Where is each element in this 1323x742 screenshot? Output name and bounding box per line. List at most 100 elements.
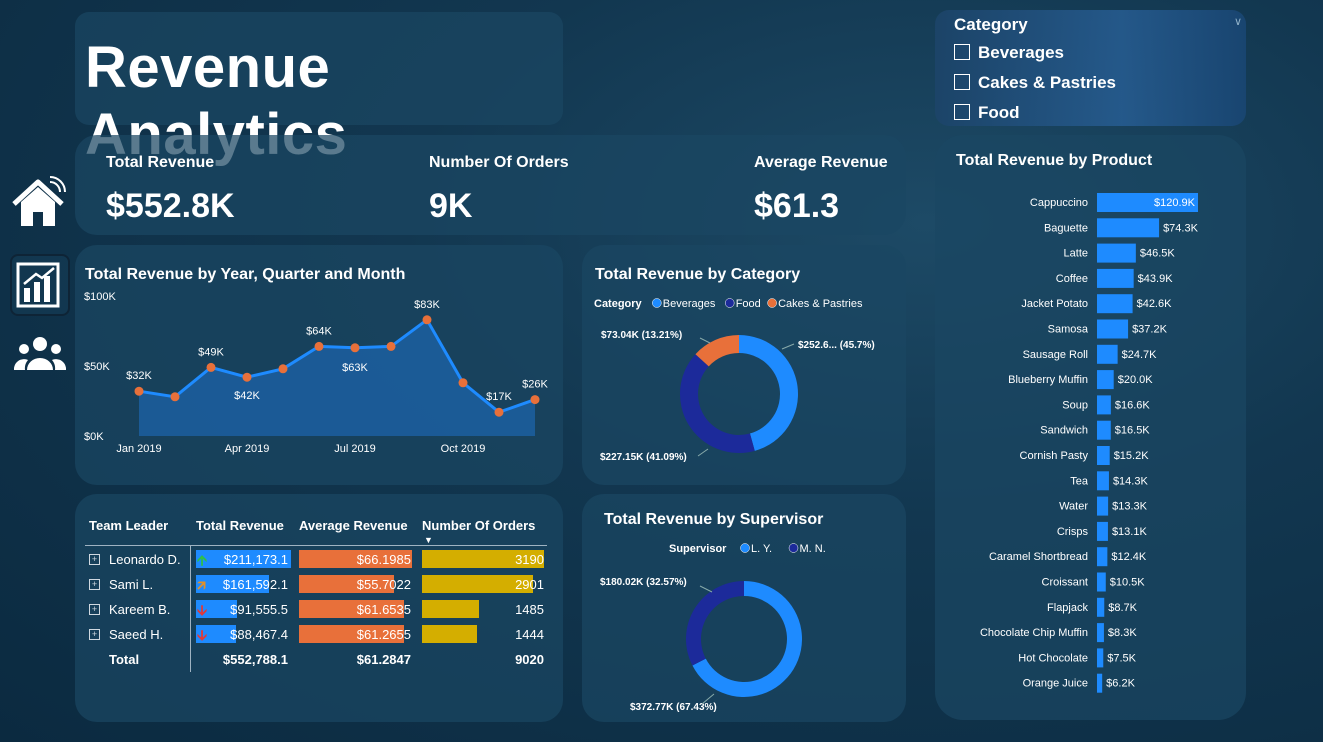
product-bar[interactable] <box>1097 471 1109 491</box>
category-label: Samosa <box>1048 324 1089 336</box>
x-tick-label: Jul 2019 <box>334 443 376 455</box>
product-bar[interactable] <box>1097 294 1133 314</box>
product-bar[interactable] <box>1097 521 1108 541</box>
data-point[interactable] <box>386 341 396 351</box>
data-point[interactable] <box>314 341 324 351</box>
table-row[interactable]: + Kareem B. 🡫 $91,555.5 $61.6535 1485 <box>75 598 563 622</box>
product-bar[interactable] <box>1097 370 1114 390</box>
data-point[interactable] <box>422 315 432 325</box>
data-label: $46.5K <box>1140 248 1176 260</box>
column-header[interactable]: Total Revenue <box>196 518 284 533</box>
data-point[interactable] <box>494 407 504 417</box>
checkbox[interactable] <box>954 104 970 120</box>
supervisor-donut-chart[interactable]: Supervisor L. Y. M. N. $372.77K (67.43%) $18… <box>582 494 906 722</box>
product-bar[interactable] <box>1097 319 1129 339</box>
slice-label: $372.77K (67.43%) <box>630 702 717 713</box>
product-bar[interactable] <box>1097 572 1106 592</box>
column-header[interactable]: Number Of Orders <box>422 518 535 533</box>
slicer-option-food[interactable]: Food <box>954 103 1020 123</box>
product-bar[interactable] <box>1097 597 1105 617</box>
header-divider <box>85 545 547 546</box>
data-label: $13.3K <box>1112 501 1148 513</box>
bar-chart-icon[interactable] <box>10 254 70 316</box>
table-total-row: Total $552,788.1 $61.2847 9020 <box>75 648 563 672</box>
orders-cell: 1485 <box>515 602 544 617</box>
data-point[interactable] <box>350 343 360 353</box>
product-bar[interactable] <box>1097 547 1108 567</box>
category-label: Orange Juice <box>1023 678 1088 690</box>
expand-icon[interactable]: + <box>89 629 100 640</box>
data-point[interactable] <box>170 392 180 402</box>
slicer-option-beverages[interactable]: Beverages <box>954 43 1064 63</box>
category-label: Hot Chocolate <box>1018 652 1088 664</box>
data-label: $63K <box>342 362 368 374</box>
data-point[interactable] <box>242 372 252 382</box>
chevron-down-icon[interactable]: ∨ <box>1234 15 1242 28</box>
y-tick-label: $100K <box>84 291 116 303</box>
data-label: $16.5K <box>1115 425 1151 437</box>
table-row[interactable]: + Sami L. 🡭 $161,592.1 $55.7022 2901 <box>75 573 563 597</box>
line-chart[interactable]: $0K $50K $100K $32K $49K $42K $64K $63K $83K $17K… <box>75 245 563 485</box>
product-bar[interactable] <box>1097 420 1111 440</box>
product-bar[interactable] <box>1097 344 1118 364</box>
legend-entry[interactable]: M. N. <box>800 543 826 555</box>
total-revenue-cell: $211,173.1 <box>223 552 288 567</box>
legend-entry[interactable]: Food <box>736 298 761 310</box>
legend-entry[interactable]: Beverages <box>663 298 716 310</box>
category-label: Chocolate Chip Muffin <box>980 627 1088 639</box>
category-label: Croissant <box>1042 577 1088 589</box>
data-point[interactable] <box>134 386 144 396</box>
donut-slice[interactable] <box>686 581 744 666</box>
category-label: Tea <box>1070 475 1089 487</box>
table-row[interactable]: + Saeed H. 🡫 $88,467.4 $61.2655 1444 <box>75 623 563 647</box>
product-bar[interactable] <box>1097 648 1104 668</box>
product-bar[interactable] <box>1097 623 1104 643</box>
data-label: $49K <box>198 346 224 358</box>
supervisor-donut-panel: Total Revenue by Supervisor Supervisor L.… <box>582 494 906 722</box>
table-row[interactable]: + Leonardo D. 🡩 $211,173.1 $66.1985 3190 <box>75 548 563 572</box>
total-orders-cell: 9020 <box>515 652 544 667</box>
y-tick-label: $0K <box>84 431 104 443</box>
people-icon[interactable] <box>14 334 66 376</box>
product-bar[interactable] <box>1097 446 1110 465</box>
expand-icon[interactable]: + <box>89 554 100 565</box>
sort-desc-icon[interactable]: ▼ <box>424 535 433 545</box>
expand-icon[interactable]: + <box>89 579 100 590</box>
column-header[interactable]: Average Revenue <box>299 518 408 533</box>
category-label: Water <box>1059 501 1088 513</box>
product-bar[interactable] <box>1097 673 1103 693</box>
checkbox[interactable] <box>954 44 970 60</box>
data-label: $32K <box>126 370 152 382</box>
category-donut-chart[interactable]: Category Beverages Food Cakes & Pastries $25… <box>582 245 906 485</box>
product-bar[interactable] <box>1097 218 1160 238</box>
product-bar[interactable] <box>1097 243 1136 263</box>
category-slicer[interactable]: Category ∨ Beverages Cakes & Pastries Fo… <box>935 10 1246 126</box>
slicer-option-cakes-pastries[interactable]: Cakes & Pastries <box>954 73 1116 93</box>
column-header[interactable]: Team Leader <box>89 518 168 533</box>
product-bar[interactable] <box>1097 268 1134 288</box>
donut-slice[interactable] <box>680 354 755 453</box>
home-icon[interactable] <box>10 176 66 230</box>
data-point[interactable] <box>530 395 540 405</box>
x-tick-label: Oct 2019 <box>441 443 486 455</box>
data-point[interactable] <box>278 364 288 374</box>
data-point[interactable] <box>206 362 216 372</box>
data-label: $37.2K <box>1132 324 1168 336</box>
donut-slice[interactable] <box>739 335 798 451</box>
category-label: Cornish Pasty <box>1020 450 1089 462</box>
data-label: $24.7K <box>1122 349 1158 361</box>
legend-title: Category <box>594 298 643 310</box>
checkbox[interactable] <box>954 74 970 90</box>
legend-entry[interactable]: Cakes & Pastries <box>778 298 863 310</box>
average-revenue-cell: $61.2655 <box>356 627 411 642</box>
expand-icon[interactable]: + <box>89 604 100 615</box>
data-label: $8.7K <box>1108 602 1137 614</box>
leader-line <box>697 448 709 457</box>
product-bar[interactable] <box>1097 496 1109 516</box>
product-bar[interactable] <box>1097 395 1111 415</box>
kpi-value: $552.8K <box>106 187 235 225</box>
data-point[interactable] <box>458 378 468 388</box>
product-bar-chart[interactable]: Cappuccino $120.9K Baguette $74.3K Latte $46.… <box>935 135 1246 720</box>
legend-entry[interactable]: L. Y. <box>751 543 772 555</box>
slice-label: $227.15K (41.09%) <box>600 452 687 463</box>
